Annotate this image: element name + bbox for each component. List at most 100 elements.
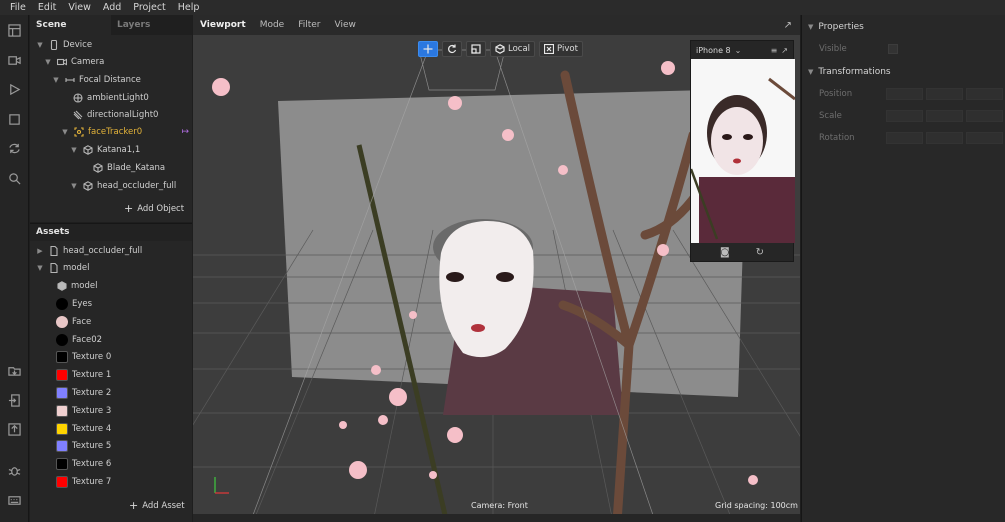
search-icon[interactable] (6, 170, 23, 187)
tree-item-focal-distance[interactable]: ▼ Focal Distance (52, 71, 141, 88)
rotation-y-field[interactable] (926, 132, 963, 144)
popout-icon[interactable]: ↗ (784, 20, 792, 31)
asset-item[interactable]: Texture 2 (56, 384, 111, 401)
face-tracker-icon (73, 126, 84, 137)
upload-icon[interactable] (6, 421, 23, 438)
menu-project[interactable]: Project (127, 0, 172, 15)
tree-item-ambient-light[interactable]: ambientLight0 (72, 89, 149, 106)
video-icon[interactable] (6, 52, 23, 69)
refresh-icon[interactable] (6, 140, 23, 157)
asset-item[interactable]: Texture 0 (56, 349, 111, 366)
tree-item-head-occluder[interactable]: ▼ head_occluder_full (70, 177, 176, 194)
scale-z-field[interactable] (966, 110, 1003, 122)
tree-item-face-tracker[interactable]: ▼ faceTracker0 ↦ (61, 123, 189, 140)
viewport[interactable]: Viewport Mode Filter View ↗ Local Pivot … (193, 15, 800, 522)
rotation-x-field[interactable] (886, 132, 923, 144)
menu-help[interactable]: Help (172, 0, 206, 15)
keyboard-icon[interactable] (6, 492, 23, 509)
tab-mode[interactable]: Mode (253, 20, 292, 30)
add-object-button[interactable]: + Add Object (124, 202, 184, 215)
position-y-field[interactable] (926, 88, 963, 100)
scene-tabs: Scene Layers (30, 15, 192, 35)
link-arrow-icon[interactable]: ↦ (181, 127, 189, 137)
visible-label: Visible (819, 44, 847, 54)
chevron-down-icon[interactable]: ▼ (61, 128, 69, 136)
tab-layers[interactable]: Layers (111, 15, 192, 35)
chevron-down-icon[interactable]: ▼ (70, 146, 78, 154)
export-icon[interactable] (6, 392, 23, 409)
chevron-right-icon[interactable]: ▶ (36, 247, 44, 255)
properties-section[interactable]: ▼ Properties (808, 22, 864, 32)
screenshot-icon[interactable]: ◙ (720, 247, 730, 258)
tab-filter[interactable]: Filter (291, 20, 327, 30)
tree-item-label: head_occluder_full (97, 180, 177, 191)
position-label: Position (819, 89, 853, 99)
asset-item-label: Face02 (72, 334, 103, 345)
position-x-field[interactable] (886, 88, 923, 100)
transformations-section[interactable]: ▼ Transformations (808, 67, 891, 77)
scale-x-field[interactable] (886, 110, 923, 122)
asset-item[interactable]: Texture 5 (56, 438, 111, 455)
texture-swatch (56, 458, 68, 471)
asset-item-label: Texture 5 (72, 441, 112, 452)
asset-item-label: model (63, 263, 90, 274)
asset-item[interactable]: Texture 4 (56, 420, 111, 437)
asset-item[interactable]: Face02 (56, 331, 102, 348)
menu-icon[interactable]: ≡ (771, 46, 778, 55)
menu-view[interactable]: View (62, 0, 97, 15)
chevron-down-icon: ▼ (808, 68, 814, 76)
device-select[interactable]: iPhone 8 (696, 46, 731, 55)
menu-add[interactable]: Add (97, 0, 127, 15)
focal-distance-icon (64, 74, 75, 85)
pivot-button[interactable]: Pivot (539, 41, 583, 57)
tab-view[interactable]: View (328, 20, 363, 30)
material-swatch (56, 297, 68, 310)
move-tool-button[interactable] (418, 41, 438, 57)
tree-item-device[interactable]: ▼ Device (36, 36, 92, 53)
position-z-field[interactable] (966, 88, 1003, 100)
asset-item[interactable]: Face (56, 313, 91, 330)
import-icon[interactable] (6, 362, 23, 379)
chevron-down-icon[interactable]: ▼ (36, 264, 44, 272)
local-label: Local (508, 44, 531, 54)
asset-item[interactable]: Texture 3 (56, 402, 111, 419)
chevron-down-icon[interactable]: ▼ (52, 76, 60, 84)
asset-item[interactable]: Texture 6 (56, 456, 111, 473)
asset-item-label: Texture 7 (72, 476, 112, 487)
scale-tool-button[interactable] (466, 41, 486, 57)
layout-icon[interactable] (6, 22, 23, 39)
local-button[interactable]: Local (490, 41, 536, 57)
tree-item-camera[interactable]: ▼ Camera (44, 53, 104, 70)
chevron-down-icon[interactable]: ▼ (44, 58, 52, 66)
scene-panel: Scene Layers ▼ Device ▼ Camera ▼ Focal D… (30, 15, 192, 222)
add-asset-button[interactable]: + Add Asset (129, 499, 185, 512)
stop-icon[interactable] (6, 111, 23, 128)
tab-scene[interactable]: Scene (30, 15, 111, 35)
play-icon[interactable] (6, 81, 23, 98)
asset-item[interactable]: Texture 7 (56, 473, 111, 490)
tree-item-katana[interactable]: ▼ Katana1,1 (70, 141, 140, 158)
menu-edit[interactable]: Edit (32, 0, 62, 15)
rotate-device-icon[interactable]: ↻ (756, 247, 764, 258)
chevron-down-icon[interactable]: ▼ (70, 182, 78, 190)
tree-item-blade-katana[interactable]: Blade_Katana (92, 159, 165, 176)
texture-swatch (56, 351, 68, 364)
asset-item[interactable]: ▶ head_occluder_full (36, 242, 142, 259)
chevron-down-icon[interactable]: ⌄ (735, 46, 742, 55)
tab-viewport[interactable]: Viewport (193, 20, 253, 30)
scale-y-field[interactable] (926, 110, 963, 122)
properties-panel: ▼ Properties Visible ▼ Transformations P… (801, 15, 1005, 522)
preview-screen (691, 59, 795, 243)
chevron-down-icon[interactable]: ▼ (36, 41, 44, 49)
rotate-tool-button[interactable] (442, 41, 462, 57)
visible-checkbox[interactable] (888, 44, 898, 54)
rotation-z-field[interactable] (966, 132, 1003, 144)
asset-item[interactable]: model (56, 278, 97, 295)
popout-icon[interactable]: ↗ (781, 46, 788, 55)
asset-item[interactable]: Texture 1 (56, 367, 111, 384)
bug-icon[interactable] (6, 462, 23, 479)
asset-item[interactable]: Eyes (56, 295, 92, 312)
menu-file[interactable]: File (4, 0, 32, 15)
tree-item-directional-light[interactable]: directionalLight0 (72, 106, 158, 123)
asset-item[interactable]: ▼ model (36, 260, 89, 277)
